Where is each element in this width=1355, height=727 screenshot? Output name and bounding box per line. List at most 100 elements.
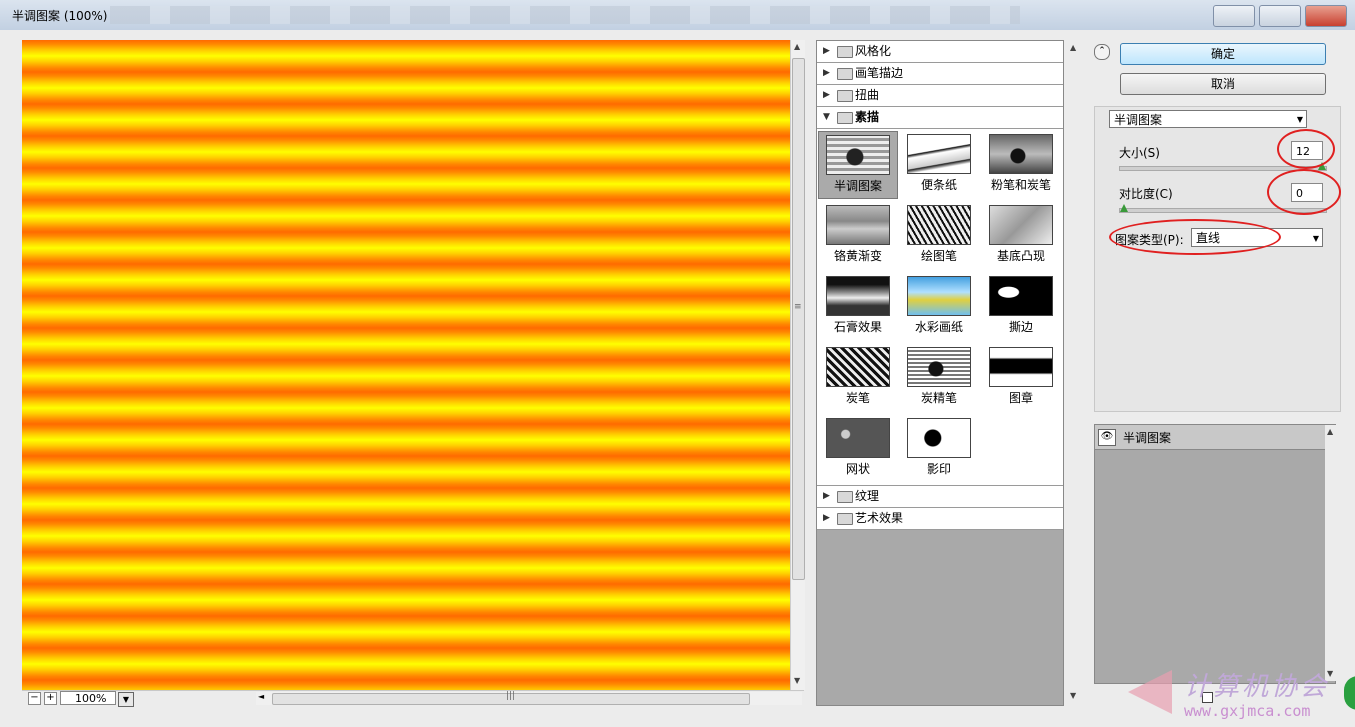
minimize-button[interactable] [1213,5,1255,27]
scroll-left-icon[interactable]: ◄ [258,692,264,701]
thumb-label: 炭精笔 [920,391,957,405]
filter-thumb-water-paper[interactable]: 水彩画纸 [899,273,979,341]
maximize-button[interactable] [1259,5,1301,27]
chevron-down-icon: ▼ [1312,234,1319,243]
scroll-up-icon[interactable]: ▲ [1327,427,1333,436]
filter-thumb-chalk-charcoal[interactable]: 粉笔和炭笔 [981,131,1061,199]
filter-thumb-halftone[interactable]: 半调图案 [818,131,898,199]
thumb-image [826,135,890,175]
category-texture[interactable]: ▶ 纹理 [817,486,1063,508]
thumb-image [907,347,971,387]
folder-icon [837,90,853,102]
thumb-label: 炭笔 [845,391,870,405]
filter-thumb-chrome[interactable]: 铬黄渐变 [818,202,898,270]
zoom-dropdown-icon[interactable]: ▼ [118,692,134,707]
category-label: 扭曲 [855,88,880,102]
filter-gallery-list: ▶ 风格化 ▶ 画笔描边 ▶ 扭曲 ▼ 素描 半调图案 便条纸 粉笔和炭笔 铬黄… [816,40,1081,706]
thumb-image [989,347,1053,387]
scroll-down-icon[interactable]: ▼ [1070,691,1076,700]
thumb-label: 水彩画纸 [914,320,963,334]
preview-status-bar: − + 100% ▼ ◄ ||| [22,690,804,707]
size-slider[interactable] [1119,162,1327,171]
scroll-down-icon[interactable]: ▼ [794,676,800,685]
thumb-image [826,347,890,387]
sketch-thumbnails: 半调图案 便条纸 粉笔和炭笔 铬黄渐变 绘图笔 基底凸现 石膏效果 水彩画纸 撕… [817,129,1063,486]
thumb-label: 图章 [1008,391,1033,405]
zoom-in-button[interactable]: + [44,692,57,705]
preview-horizontal-scrollbar[interactable]: ◄ ||| [256,691,802,705]
filter-thumb-stamp[interactable]: 图章 [981,344,1061,412]
effect-layers-panel: 👁 半调图案 ▲ ▼ [1094,424,1337,684]
filter-thumb-graphic-pen[interactable]: 绘图笔 [899,202,979,270]
filter-thumb-photocopy[interactable]: 影印 [899,415,979,483]
thumb-image [907,205,971,245]
category-artistic[interactable]: ▶ 艺术效果 [817,508,1063,530]
filter-thumb-charcoal[interactable]: 炭笔 [818,344,898,412]
filter-thumb-torn-edges[interactable]: 撕边 [981,273,1061,341]
thumb-image [826,205,890,245]
background-toolbar [110,6,1020,24]
thumb-label: 撕边 [1008,320,1033,334]
filter-thumb-reticulation[interactable]: 网状 [818,415,898,483]
scroll-up-icon[interactable]: ▲ [794,42,800,51]
eye-icon[interactable]: 👁 [1098,429,1116,446]
effect-layer-label: 半调图案 [1123,431,1172,445]
pattern-type-label: 图案类型(P): [1115,233,1184,247]
thumb-label: 网状 [845,462,870,476]
grip-icon: ||| [506,691,516,701]
collapse-gallery-icon[interactable]: ⌃ [1094,44,1110,60]
folder-icon [837,46,853,58]
category-stylize[interactable]: ▶ 风格化 [817,41,1063,63]
zoom-level-field[interactable]: 100% [60,691,116,705]
expand-icon: ▶ [823,68,830,78]
cancel-button[interactable]: 取消 [1120,73,1326,95]
filter-parameters: 半调图案 ▼ 大小(S) 12 对比度(C) 0 图案类型(P): 直线 ▼ [1094,106,1341,412]
category-label: 纹理 [855,489,880,503]
thumb-image [989,134,1053,174]
zoom-out-button[interactable]: − [28,692,41,705]
chevron-down-icon: ▼ [1296,115,1303,124]
size-slider-knob[interactable] [1318,162,1326,170]
gallery-scrollbar[interactable]: ▲ ▼ [1067,41,1081,705]
effect-layer-item[interactable]: 👁 半调图案 [1095,425,1325,450]
filter-select[interactable]: 半调图案 ▼ [1109,110,1307,128]
thumb-image [826,418,890,458]
size-input[interactable]: 12 [1291,141,1323,160]
title-bar: 半调图案 (100%) [0,0,1355,31]
scroll-up-icon[interactable]: ▲ [1070,43,1076,52]
watermark: 计算机协会 www.gxjmca.com [1128,664,1355,724]
thumb-label: 石膏效果 [833,320,882,334]
watermark-logo-icon [1128,670,1172,714]
thumb-label: 便条纸 [920,178,957,192]
pattern-type-select[interactable]: 直线 ▼ [1191,228,1323,247]
close-button[interactable] [1305,5,1347,27]
filter-thumb-plaster[interactable]: 石膏效果 [818,273,898,341]
collapse-icon: ▼ [823,112,830,122]
category-label: 素描 [855,110,880,124]
thumb-image [907,134,971,174]
ok-button[interactable]: 确定 [1120,43,1326,65]
thumb-label: 铬黄渐变 [833,249,882,263]
size-label: 大小(S) [1119,146,1160,160]
filter-thumb-note-paper[interactable]: 便条纸 [899,131,979,199]
settings-panel: ⌃ 确定 取消 半调图案 ▼ 大小(S) 12 对比度(C) 0 图案类型(P)… [1090,40,1345,706]
filter-thumb-bas-relief[interactable]: 基底凸现 [981,202,1061,270]
category-sketch[interactable]: ▼ 素描 [817,107,1063,129]
thumb-label: 影印 [926,462,951,476]
contrast-slider-knob[interactable] [1120,204,1128,212]
grip-icon: ≡ [794,302,802,312]
expand-icon: ▶ [823,491,830,501]
preview-vertical-scrollbar[interactable]: ▲ ≡ ▼ [790,40,805,690]
layers-scrollbar[interactable]: ▲ ▼ [1325,425,1337,681]
folder-icon [837,513,853,525]
scroll-thumb[interactable] [792,58,805,580]
preview-canvas[interactable] [22,40,790,690]
contrast-label: 对比度(C) [1119,187,1173,201]
contrast-input[interactable]: 0 [1291,183,1323,202]
category-distort[interactable]: ▶ 扭曲 [817,85,1063,107]
thumb-image [907,418,971,458]
category-brush-strokes[interactable]: ▶ 画笔描边 [817,63,1063,85]
filter-thumb-conte-crayon[interactable]: 炭精笔 [899,344,979,412]
badge-icon [1344,676,1355,710]
contrast-slider[interactable] [1119,204,1327,213]
